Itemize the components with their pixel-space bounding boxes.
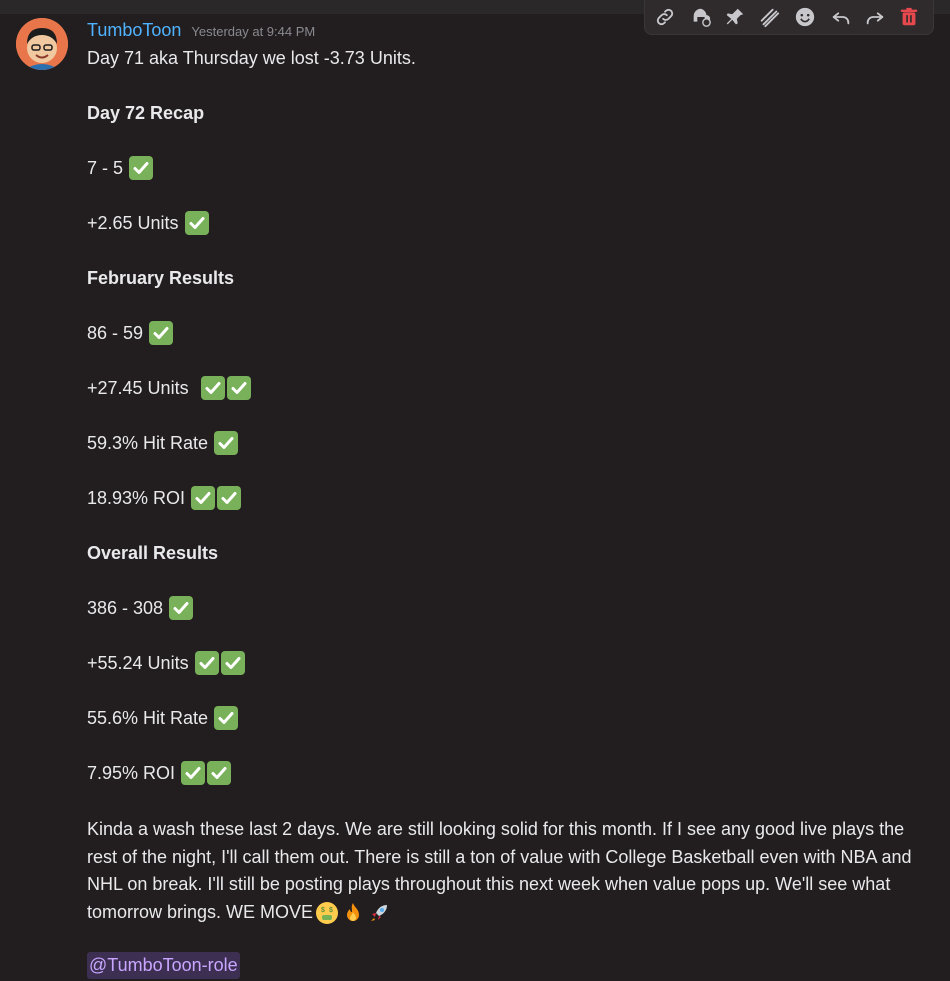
check-mark-icon [191,486,216,510]
check-emoji-group [212,431,239,455]
check-emoji-group [167,596,194,620]
february-heading: February Results [87,265,234,291]
username[interactable]: TumboToon [87,20,181,41]
record-text: 86 - 59 [87,323,144,343]
message-line: Day 71 aka Thursday we lost -3.73 Units. [87,45,416,71]
overall-heading: Overall Results [87,540,218,566]
check-mark-icon [214,431,239,455]
check-emoji-group [127,156,154,180]
roi-text: 7.95% ROI [87,763,176,783]
overall-hit-rate-line: 55.6% Hit Rate [87,705,239,731]
units-text: +2.65 Units [87,213,179,233]
svg-text:$: $ [321,907,325,914]
check-mark-icon [207,761,232,785]
role-mention[interactable]: @TumboToon-role [87,952,240,979]
units-text: +55.24 Units [87,653,189,673]
fire-icon [347,902,360,921]
check-mark-icon [129,156,154,180]
message-header: TumboToon Yesterday at 9:44 PM [87,20,315,44]
thread-icon[interactable] [687,4,715,30]
feb-record-line: 86 - 59 [87,320,174,346]
svg-text:$: $ [329,907,333,914]
check-emoji-group [199,376,251,400]
overall-record-line: 386 - 308 [87,595,194,621]
heading-text: Day 72 Recap [87,103,205,123]
hit-rate-text: 55.6% Hit Rate [87,708,209,728]
avatar[interactable] [16,18,68,70]
rocket-icon [371,904,388,921]
intro-text: Day 71 aka Thursday we lost -3.73 Units. [87,48,416,68]
check-emoji-group [193,651,245,675]
overall-units-line: +55.24 Units [87,650,245,676]
pin-icon[interactable] [721,4,749,30]
check-mark-icon [194,651,219,675]
record-text: 386 - 308 [87,598,164,618]
heading-text: February Results [87,268,235,288]
closing-paragraph: Kinda a wash these last 2 days. We are s… [87,816,927,926]
units-text: +27.45 Units [87,378,189,398]
roi-text: 18.93% ROI [87,488,186,508]
check-mark-icon [149,321,174,345]
emoji-icon[interactable] [791,4,819,30]
check-mark-icon [181,761,206,785]
check-mark-icon [169,596,194,620]
chat-window: TumboToon Yesterday at 9:44 PM Day 71 ak… [0,0,950,981]
check-emoji-group [183,211,209,235]
link-icon[interactable] [651,4,679,30]
check-emoji-group [212,706,239,730]
avatar-illustration [16,18,68,70]
check-mark-icon [220,651,245,675]
feb-roi-line: 18.93% ROI [87,485,242,511]
day72-units-line: +2.65 Units [87,210,209,236]
hit-rate-text: 59.3% Hit Rate [87,433,209,453]
check-mark-icon [217,486,242,510]
day72-record-line: 7 - 5 [87,155,154,181]
overall-roi-line: 7.95% ROI [87,760,232,786]
timestamp: Yesterday at 9:44 PM [191,24,316,39]
check-mark-icon [214,706,239,730]
paragraph-text: Kinda a wash these last 2 days. We are s… [87,819,912,922]
feb-units-line: +27.45 Units [87,375,251,401]
message-actions-toolbar [644,0,934,35]
check-emoji-group [179,761,232,785]
check-mark-icon [184,211,209,235]
heading-text: Overall Results [87,543,219,563]
check-emoji-group [189,486,242,510]
record-text: 7 - 5 [87,158,124,178]
feb-hit-rate-line: 59.3% Hit Rate [87,430,239,456]
money-mouth-face-icon: $ $ [316,901,339,924]
reply-icon[interactable] [827,4,855,30]
mark-icon[interactable] [755,4,783,30]
forward-icon[interactable] [861,4,889,30]
check-mark-icon [226,376,251,400]
check-mark-icon [200,376,225,400]
trash-icon[interactable] [895,4,923,30]
check-emoji-group [147,321,174,345]
day72-heading: Day 72 Recap [87,100,204,126]
